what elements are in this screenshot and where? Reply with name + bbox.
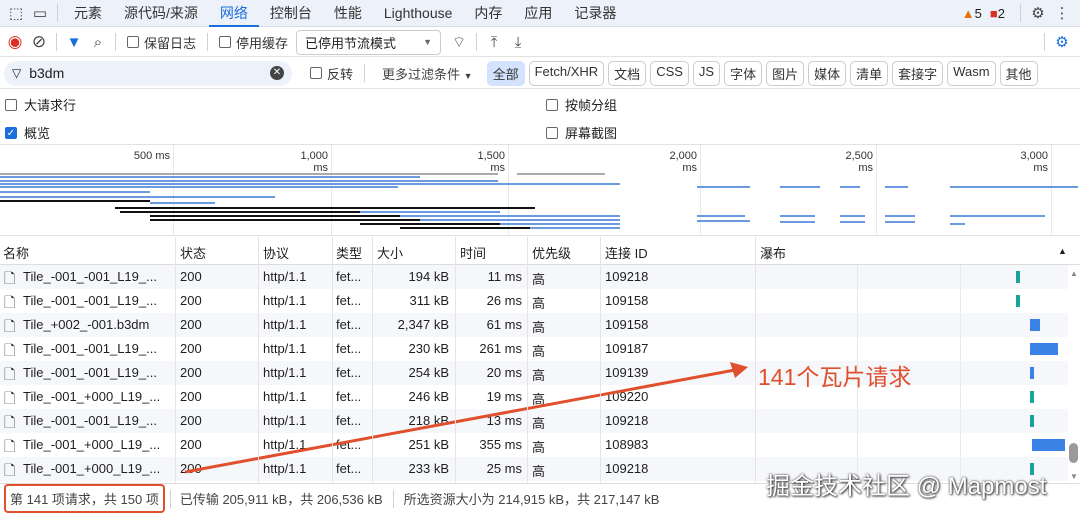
column-divider: [332, 237, 333, 483]
arrow-head: [730, 362, 748, 378]
column-divider: [372, 237, 373, 483]
arrow-line: [184, 368, 736, 474]
column-divider: [455, 237, 456, 483]
column-divider: [175, 237, 176, 483]
watermark: 掘金技术社区 @ Mapmost: [766, 473, 1047, 500]
column-divider: [527, 237, 528, 483]
column-divider: [755, 237, 756, 483]
column-divider: [600, 237, 601, 483]
annotation-arrow: [184, 362, 748, 474]
annotation-label: 141个瓦片请求: [758, 364, 912, 390]
column-divider: [258, 237, 259, 483]
